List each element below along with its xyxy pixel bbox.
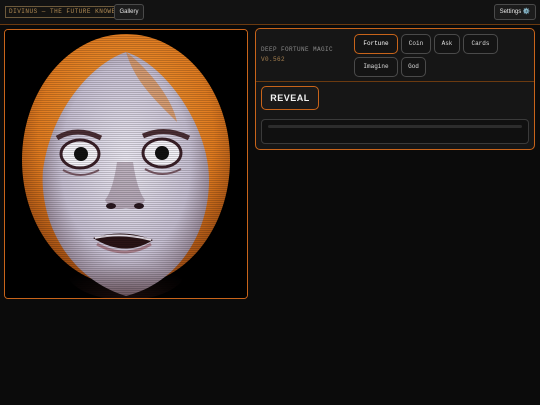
mode-fortune-button[interactable]: Fortune <box>354 34 398 54</box>
face-image <box>5 30 247 298</box>
brand-block: DEEP FORTUNE MAGIC V0.562 <box>261 45 345 65</box>
brand-line: DEEP FORTUNE MAGIC <box>261 46 334 53</box>
fortune-output-text <box>268 125 522 128</box>
generated-image-panel <box>4 29 248 299</box>
mode-imagine-button[interactable]: Imagine <box>354 57 398 77</box>
top-bar: DIVINUS — THE FUTURE KNOWER Gallery Sett… <box>0 0 540 25</box>
mode-coin-button[interactable]: Coin <box>401 34 431 54</box>
fortune-output-box <box>261 119 529 144</box>
panel-divider <box>256 81 534 82</box>
gallery-button[interactable]: Gallery <box>114 4 144 20</box>
mode-cards-button[interactable]: Cards <box>463 34 498 54</box>
control-panel: DEEP FORTUNE MAGIC V0.562 Fortune Coin A… <box>255 28 535 150</box>
settings-button[interactable]: Settings ⚙️ <box>494 4 536 20</box>
mode-ask-button[interactable]: Ask <box>434 34 460 54</box>
mode-god-button[interactable]: God <box>401 57 426 77</box>
app-title: DIVINUS — THE FUTURE KNOWER <box>5 6 124 18</box>
reveal-button[interactable]: REVEAL <box>261 86 319 110</box>
version-label: V0.562 <box>261 56 286 63</box>
